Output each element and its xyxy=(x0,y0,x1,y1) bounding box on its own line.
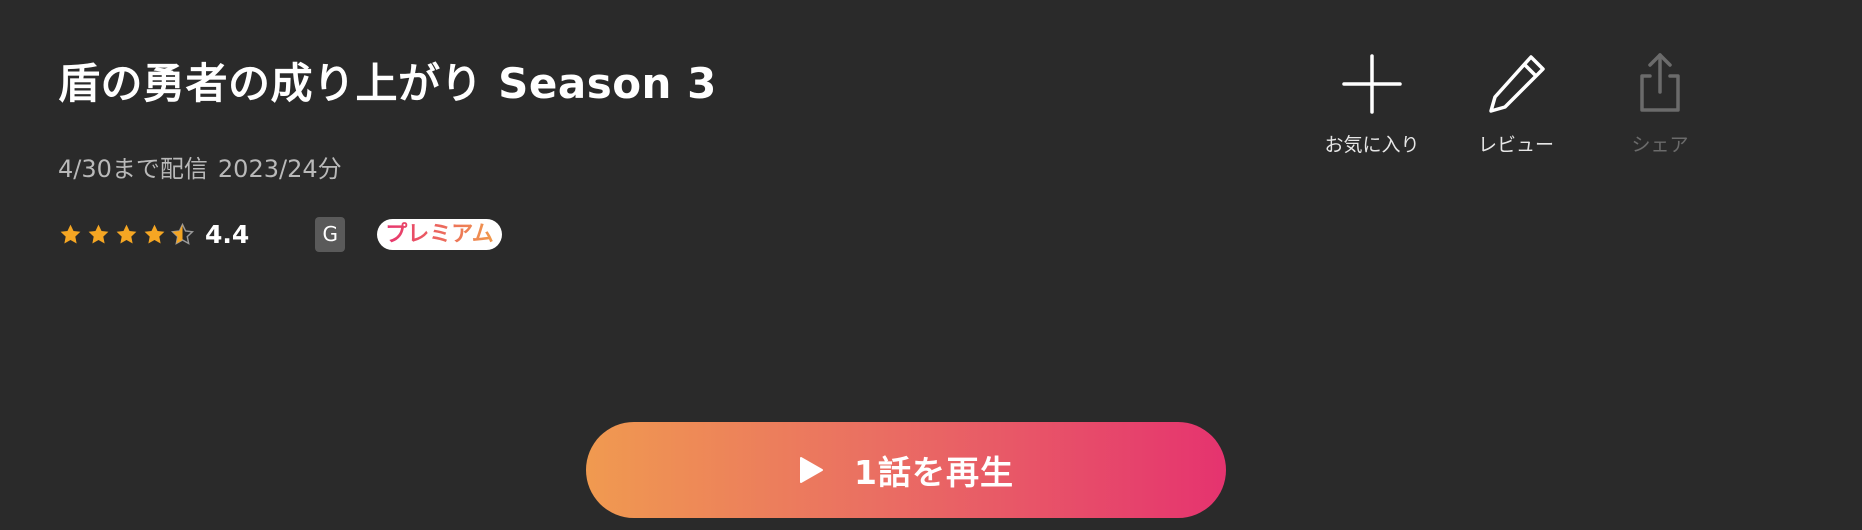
age-rating-badge: G xyxy=(315,216,346,252)
share-icon xyxy=(1640,53,1680,112)
rating-value: 4.4 xyxy=(205,219,250,249)
share-button[interactable]: シェア xyxy=(1588,52,1732,157)
star-full-icon xyxy=(144,224,165,243)
review-button[interactable]: レビュー xyxy=(1444,52,1588,157)
review-label: レビュー xyxy=(1477,134,1554,156)
star-full-icon xyxy=(88,224,109,243)
rating-row: 4.4 G プレミアム xyxy=(58,216,502,252)
availability-text: 4/30まで配信 xyxy=(58,155,208,183)
action-bar: お気に入り レビュー シェア xyxy=(1300,52,1732,157)
star-full-icon xyxy=(116,224,137,243)
page-title: 盾の勇者の成り上がり Season 3 xyxy=(58,59,717,108)
pencil-icon xyxy=(1489,55,1545,113)
favorite-button[interactable]: お気に入り xyxy=(1300,52,1444,157)
premium-label: プレミアム xyxy=(385,219,493,250)
plus-icon xyxy=(1342,54,1402,114)
play-label: 1話を再生 xyxy=(854,453,1014,492)
play-episode-button[interactable]: 1話を再生 xyxy=(586,422,1226,518)
star-half-icon xyxy=(170,222,195,245)
favorite-label: お気に入り xyxy=(1324,134,1420,156)
star-full-icon xyxy=(60,224,81,243)
premium-badge: プレミアム xyxy=(377,218,502,250)
play-icon xyxy=(800,457,824,483)
share-label: シェア xyxy=(1631,134,1689,156)
star-rating xyxy=(58,222,195,247)
meta-info: 4/30まで配信 2023/24分 xyxy=(58,149,342,184)
year-duration-text: 2023/24分 xyxy=(217,155,342,183)
